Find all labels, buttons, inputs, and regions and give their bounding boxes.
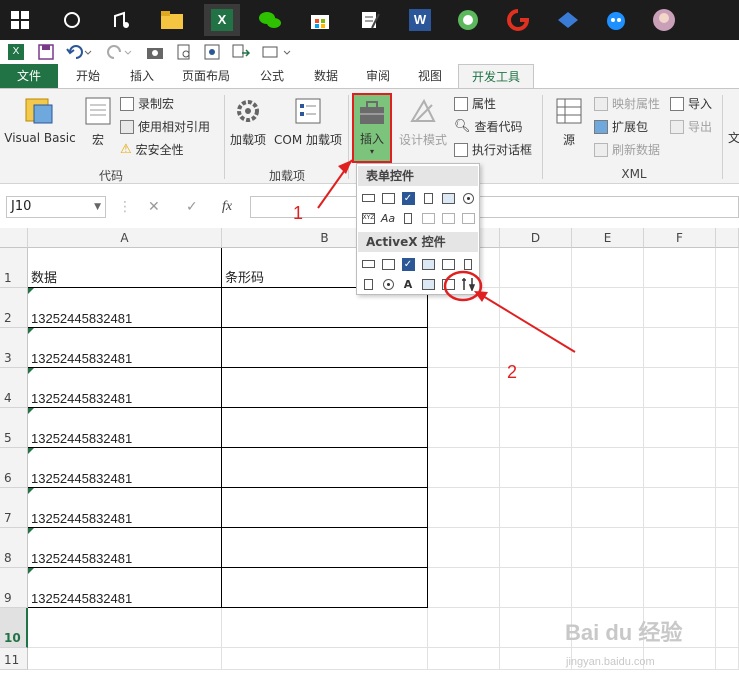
baidu-watermark-url: jingyan.baidu.com bbox=[566, 656, 655, 668]
annotation-step-2: 2 bbox=[507, 362, 518, 382]
baidu-watermark: Bai du 经验 bbox=[565, 620, 683, 645]
annotation-overlay bbox=[317, 159, 576, 353]
annotation-step-1: 1 bbox=[293, 203, 304, 223]
